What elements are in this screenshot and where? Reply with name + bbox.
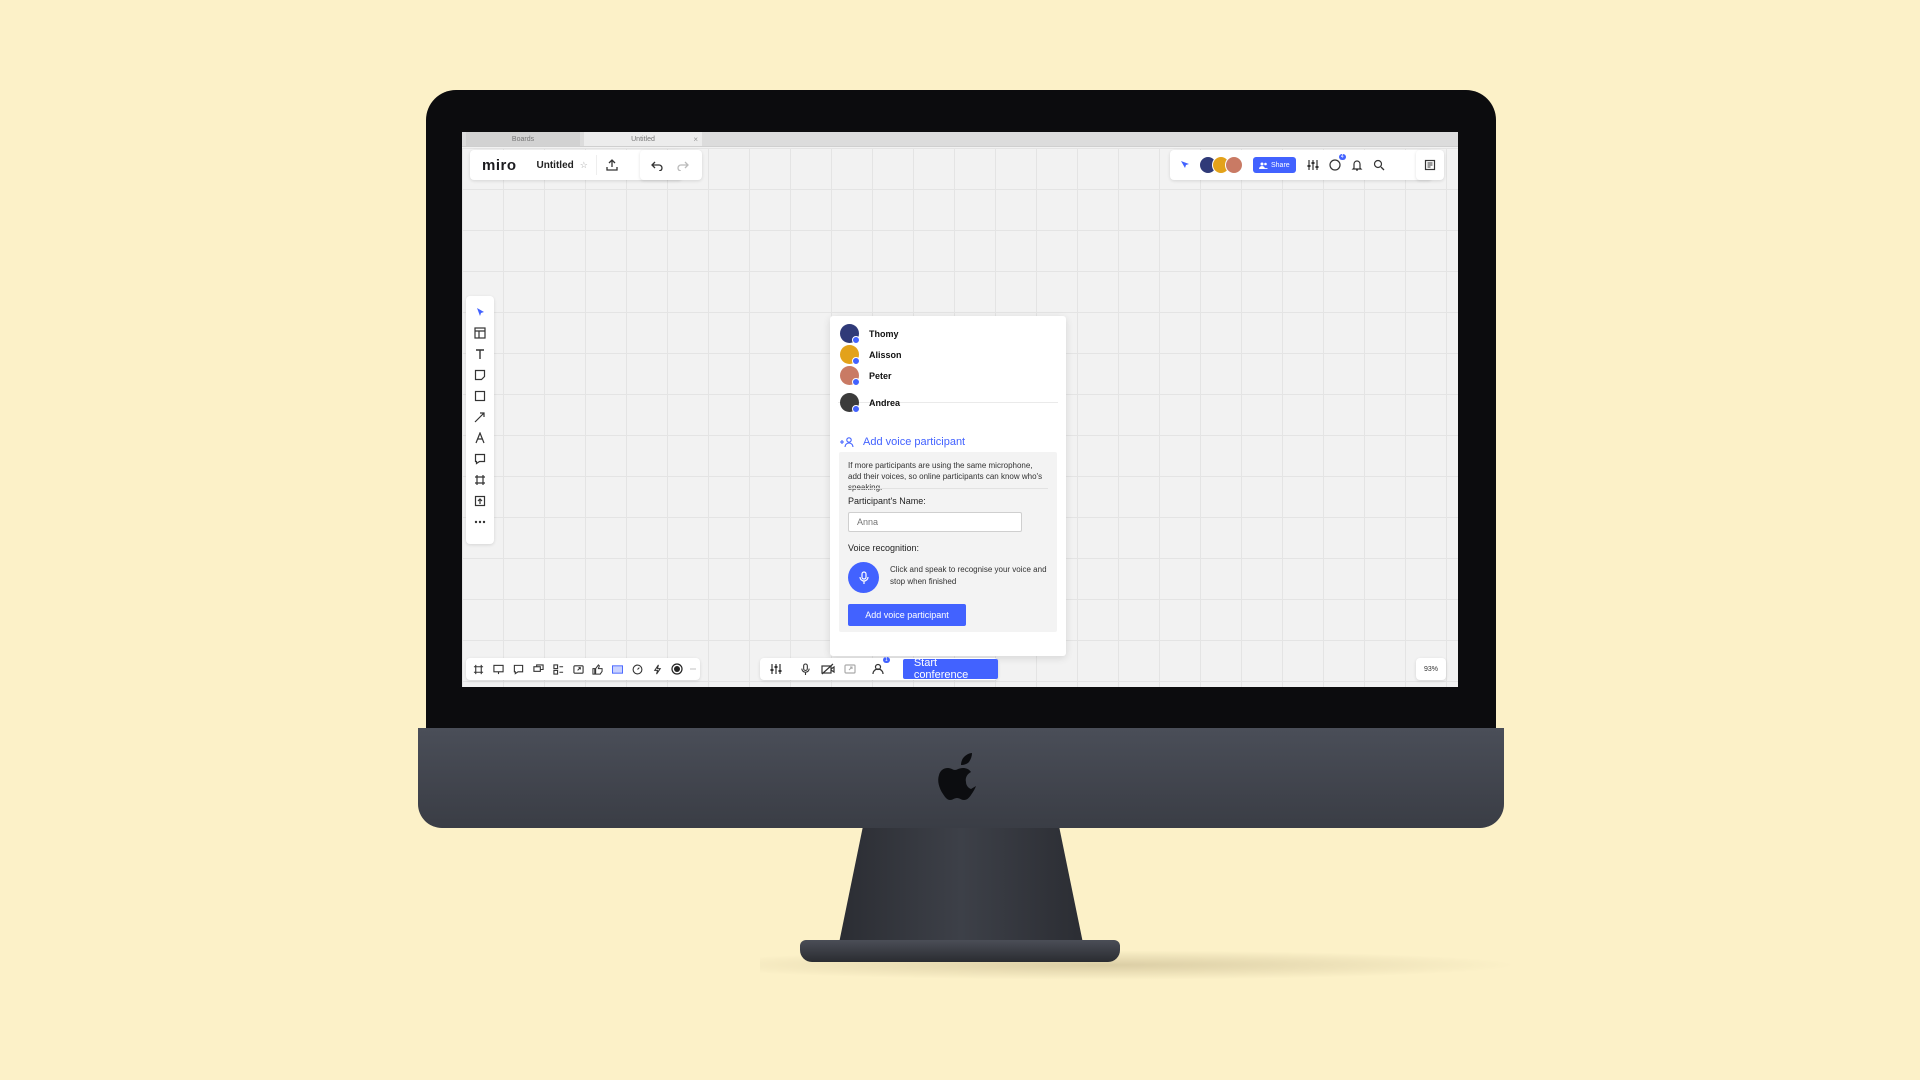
divider [595,155,597,175]
frames-icon[interactable] [472,661,486,677]
imac-stand-neck [838,828,1084,948]
participant-row[interactable]: Thomy [840,324,899,344]
comment-icon[interactable] [472,451,488,467]
camera-off-icon[interactable] [821,662,836,676]
export-icon[interactable] [605,158,619,172]
share-label: Share [1271,161,1290,169]
avatar [840,366,860,386]
add-voice-participant-label: Add voice participant [863,436,966,448]
tab-untitled[interactable]: Untitled × [584,132,702,146]
bell-icon[interactable] [1350,158,1364,172]
timer-icon[interactable] [631,661,645,677]
voice-recognition-label: Voice recognition: [848,543,920,553]
integrations-bolt-icon[interactable] [650,661,664,677]
notification-badge: 4 [1338,154,1346,160]
add-user-icon [840,437,854,447]
more-tools-icon[interactable] [472,514,488,530]
select-cursor-icon[interactable] [472,304,488,320]
avatar [840,324,860,344]
voice-instruction: Click and speak to recognise your voice … [890,565,1047,586]
record-voice-button[interactable] [848,562,879,593]
participant-row[interactable]: Andrea [840,393,901,413]
record-icon[interactable] [670,661,684,677]
collaboration-panel: Share 4 [1170,150,1432,180]
microphone-icon[interactable] [799,662,812,676]
star-icon[interactable]: ☆ [580,160,588,171]
search-icon[interactable] [1372,158,1386,172]
bottom-tools-panel [466,658,700,680]
notes-panel [1416,150,1444,180]
screen: Boards Untitled × miro Untitled ☆ Share … [462,132,1458,687]
presentation-icon[interactable] [492,661,506,677]
avatar [1225,156,1243,174]
share-screen-icon[interactable] [843,662,856,676]
apple-logo-icon [938,753,976,800]
participant-row[interactable]: Peter [840,366,892,386]
avatar [840,393,860,413]
add-voice-participant-form: If more participants are using the same … [839,452,1057,632]
participant-name-input[interactable] [848,512,1022,532]
chat-icon[interactable] [531,661,545,677]
divider [848,488,1048,489]
creation-toolbar [466,296,494,544]
participants-badge: 1 [883,657,890,663]
miro-logo: miro [482,156,517,174]
tab-boards[interactable]: Boards [466,132,580,146]
add-voice-participant-button[interactable]: Add voice participant [848,604,966,626]
participant-name-label: Participant's Name: [848,496,926,506]
start-conference-button[interactable]: Start conference [902,657,999,681]
add-voice-participant-link[interactable]: Add voice participant [840,436,965,448]
share-button[interactable]: Share [1253,157,1296,173]
frame-icon[interactable] [472,472,488,488]
participant-name: Andrea [869,397,901,408]
sticky-note-icon[interactable] [472,367,488,383]
zoom-level[interactable]: 93% [1416,658,1446,680]
cursor-follow-icon[interactable] [1178,158,1192,172]
close-tab-icon[interactable]: × [693,135,698,144]
upload-icon[interactable] [472,493,488,509]
collapse-icon[interactable] [686,661,700,677]
audio-settings-icon[interactable] [770,662,783,676]
avatar [840,345,860,365]
participant-name: Alisson [869,349,902,360]
conference-bar: 1 Start conference [760,657,999,681]
connection-line-icon[interactable] [472,409,488,425]
undo-redo-panel [640,150,702,180]
participant-name: Thomy [869,328,899,339]
template-icon[interactable] [472,325,488,341]
text-icon[interactable] [472,346,488,362]
settings-sliders-icon[interactable] [1306,158,1320,172]
pen-icon[interactable] [472,430,488,446]
voice-participants-dialog: Thomy Alisson Peter Andrea Add voice par… [830,316,1066,656]
board-title[interactable]: Untitled [537,160,574,171]
activity-icon[interactable]: 4 [1328,154,1346,172]
comments-icon[interactable] [512,661,526,677]
video-active-icon[interactable] [611,661,625,677]
online-avatars[interactable] [1199,156,1243,174]
notes-icon[interactable] [1423,158,1437,172]
participants-icon[interactable]: 1 [872,657,890,676]
shape-icon[interactable] [472,388,488,404]
browser-tabbar: Boards Untitled × [462,132,1458,147]
voting-thumb-icon[interactable] [591,661,605,677]
microphone-icon [858,570,869,584]
cards-icon[interactable] [551,661,565,677]
participant-row[interactable]: Alisson [840,345,902,365]
undo-icon[interactable] [650,158,664,172]
imac-stand-foot [800,940,1120,962]
redo-icon[interactable] [676,158,690,172]
participant-name: Peter [869,370,892,381]
screen-share-icon[interactable] [571,661,585,677]
